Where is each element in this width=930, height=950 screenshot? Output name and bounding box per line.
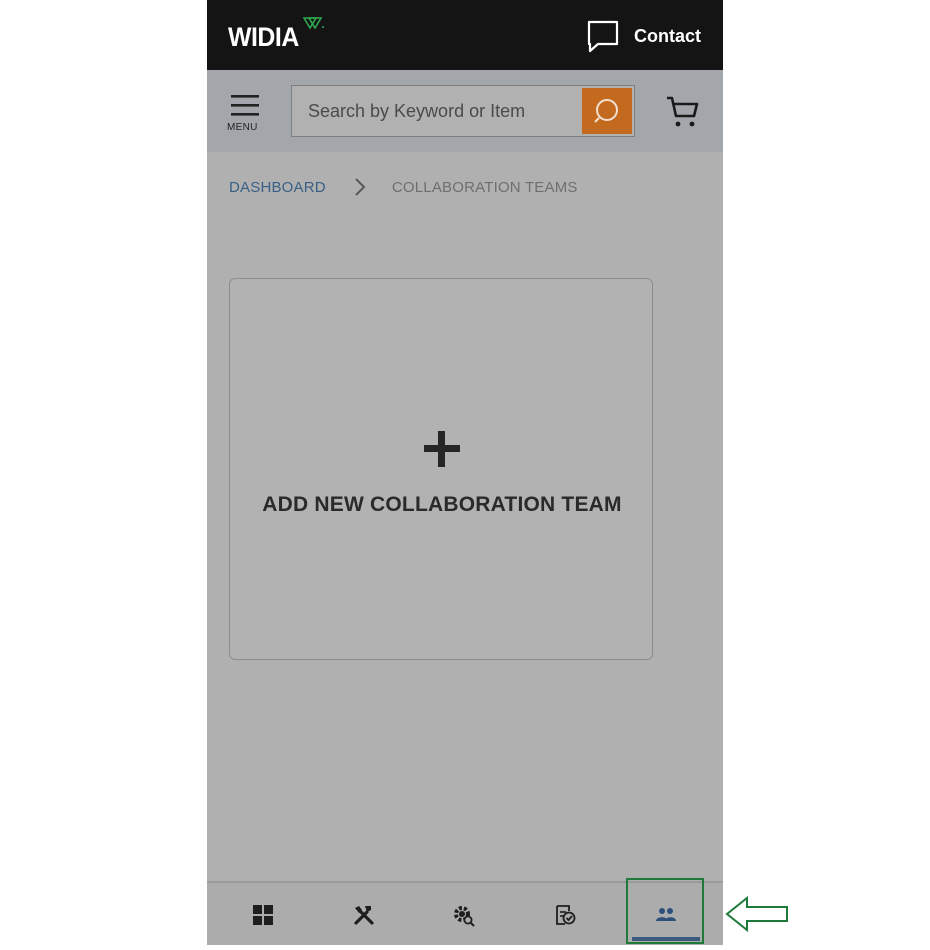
- contact-button[interactable]: Contact: [586, 20, 701, 53]
- tools-icon: [354, 906, 374, 925]
- contact-label: Contact: [634, 25, 701, 46]
- widia-logo[interactable]: WIDIA: [228, 22, 299, 53]
- breadcrumb-current: COLLABORATION TEAMS: [391, 178, 578, 196]
- checklist-icon: [556, 905, 576, 925]
- highlight-box: [626, 878, 704, 944]
- nav-product-search[interactable]: [429, 883, 499, 945]
- breadcrumb: DASHBOARD COLLABORATION TEAMS: [229, 178, 578, 196]
- dashboard-grid-icon: [253, 905, 273, 925]
- add-collaboration-team-card[interactable]: ADD NEW COLLABORATION TEAM: [229, 278, 653, 660]
- search-icon: [594, 99, 618, 123]
- search-placeholder: Search by Keyword or Item: [308, 101, 526, 121]
- gear-search-icon: [454, 906, 475, 927]
- search-bar-row: MENU Search by Keyword or Item: [207, 70, 723, 152]
- menu-label: MENU: [227, 122, 258, 133]
- nav-tools[interactable]: [329, 883, 399, 945]
- search-input[interactable]: Search by Keyword or Item: [291, 85, 635, 137]
- chevron-right-icon: [354, 178, 366, 196]
- nav-dashboard[interactable]: [228, 883, 298, 945]
- search-button[interactable]: [582, 88, 632, 134]
- top-header: WIDIA Contact: [207, 0, 723, 70]
- chat-bubble-icon: [587, 20, 619, 53]
- logo-triangle-icon: [303, 17, 324, 30]
- mobile-screen: WIDIA Contact MENU Search by Keyword or …: [207, 0, 723, 945]
- nav-tasks[interactable]: [530, 883, 600, 945]
- menu-button[interactable]: MENU: [225, 92, 267, 134]
- hamburger-icon: [231, 95, 259, 116]
- add-collaboration-team-label: ADD NEW COLLABORATION TEAM: [262, 493, 622, 516]
- left-arrow-icon: [725, 896, 788, 932]
- plus-icon: [424, 431, 460, 467]
- breadcrumb-dashboard-link[interactable]: DASHBOARD: [229, 179, 326, 196]
- cart-icon[interactable]: [665, 94, 701, 130]
